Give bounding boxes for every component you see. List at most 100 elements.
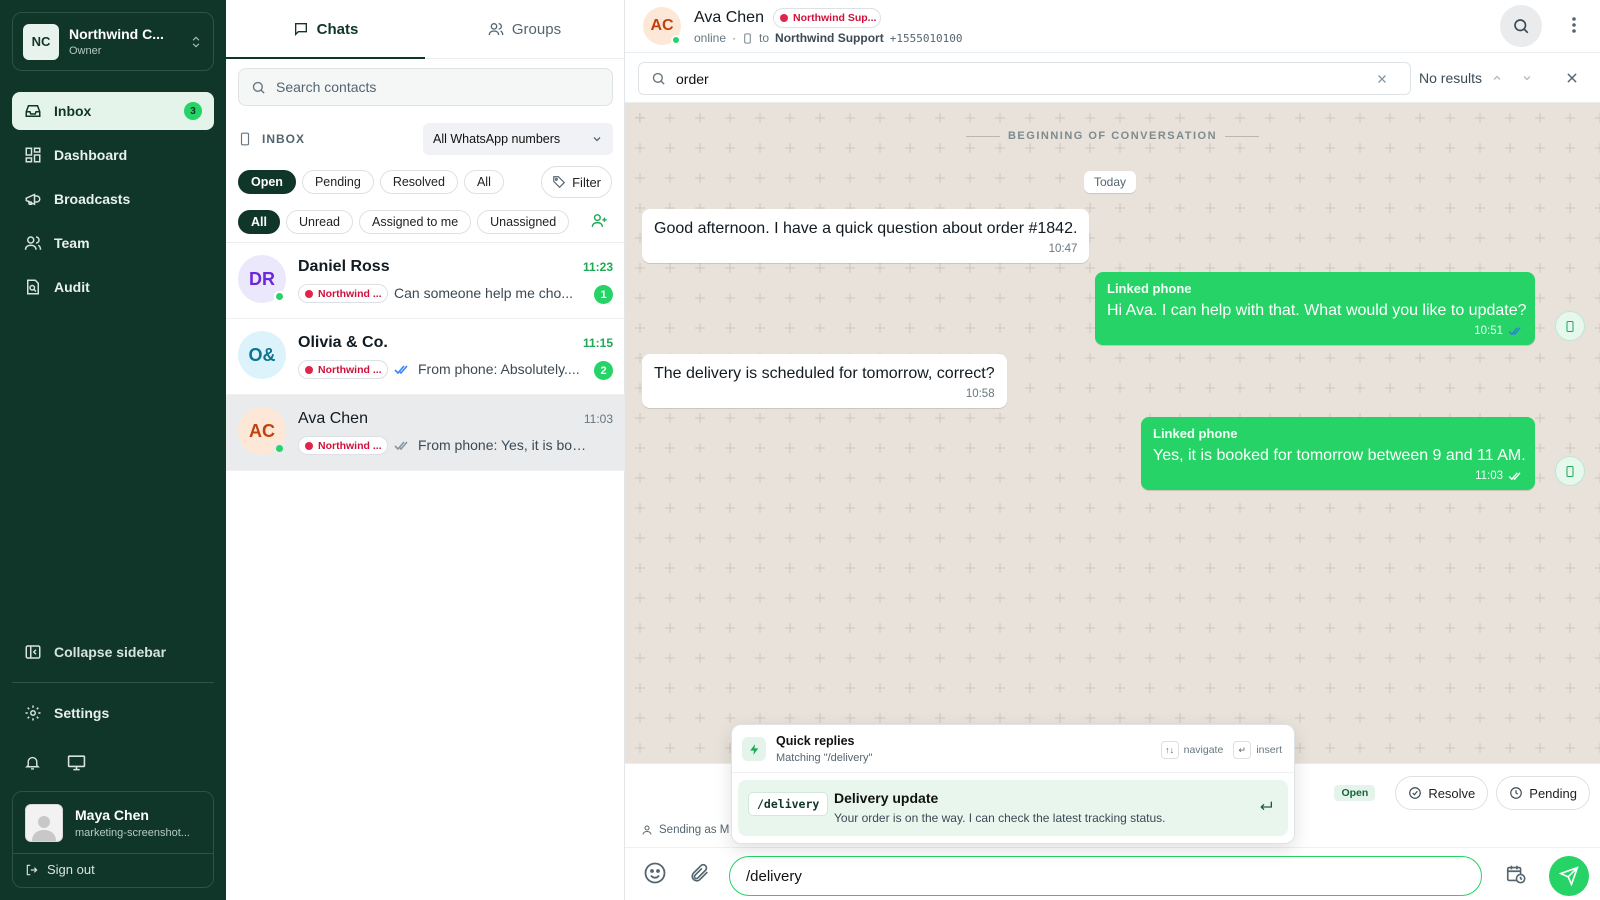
sidebar-utility-icons	[24, 753, 86, 772]
incoming-message[interactable]: The delivery is scheduled for tomorrow, …	[642, 354, 1007, 408]
quick-replies-popover: Quick replies Matching "/delivery" ↑↓ na…	[731, 724, 1295, 844]
search-icon	[651, 71, 676, 86]
status-filter-all[interactable]: All	[463, 170, 504, 194]
send-icon	[1559, 866, 1579, 886]
divider-line	[965, 135, 1000, 137]
contact-subtitle: online · to Northwind Support +155501010…	[694, 31, 963, 45]
status-filter-open[interactable]: Open	[238, 170, 296, 194]
schedule-icon[interactable]	[1505, 863, 1527, 885]
nav-item-broadcasts[interactable]: Broadcasts	[12, 180, 214, 218]
tag-icon	[552, 175, 572, 189]
preview-text: From phone: Absolutely....	[418, 361, 580, 377]
quick-reply-body: Your order is on the way. I can check th…	[834, 811, 1166, 825]
search-messages-button[interactable]	[1500, 5, 1542, 47]
nav-item-inbox[interactable]: Inbox 3	[12, 92, 214, 130]
conversation-item[interactable]: O& Olivia & Co. 11:15 Northwind ... From…	[226, 319, 625, 395]
tab-chats[interactable]: Chats	[226, 0, 425, 59]
user-email: marketing-screenshot...	[75, 827, 190, 839]
inbox-count-badge: 3	[184, 102, 202, 120]
to-label: to	[759, 31, 770, 45]
tag-dot-icon	[780, 14, 788, 22]
nav-label: Inbox	[54, 103, 92, 119]
channel-tag-label: Northwind ...	[318, 287, 382, 300]
conversation-item[interactable]: AC Ava Chen 11:03 Northwind ... From pho…	[226, 395, 625, 471]
add-user-icon[interactable]	[591, 212, 608, 229]
outgoing-message[interactable]: Linked phone Hi Ava. I can help with tha…	[1095, 272, 1535, 345]
sending-as-label: Sending as M	[659, 824, 730, 836]
incoming-message[interactable]: Good afternoon. I have a quick question …	[642, 209, 1090, 263]
linked-phone-icon	[1555, 456, 1585, 486]
assign-filter-all[interactable]: All	[238, 210, 280, 234]
quick-reply-name: Delivery update	[834, 790, 939, 806]
preview-text: Can someone help me cho...	[394, 285, 573, 301]
message-meta: 10:58	[654, 388, 995, 400]
message-time: 10:47	[1048, 243, 1078, 255]
settings-button[interactable]: Settings	[24, 704, 109, 722]
chevron-down-icon[interactable]	[1521, 72, 1533, 84]
separator-dot: ·	[732, 31, 737, 45]
workspace-switcher[interactable]: NC Northwind C... Owner	[12, 12, 214, 71]
more-vertical-icon[interactable]	[1572, 17, 1576, 33]
phone-icon	[742, 32, 753, 45]
assign-filter-row: All Unread Assigned to me Unassigned	[238, 210, 575, 234]
status-filter-row: Open Pending Resolved All	[238, 170, 510, 194]
filter-button[interactable]: Filter	[541, 166, 612, 198]
send-button[interactable]	[1549, 856, 1589, 896]
unread-badge: 2	[594, 361, 613, 380]
sign-out-icon	[25, 863, 47, 877]
settings-label: Settings	[54, 705, 110, 721]
contact-status: online	[694, 31, 727, 45]
assign-filter-unassigned[interactable]: Unassigned	[477, 210, 570, 234]
phone-icon	[238, 131, 252, 147]
quick-replies-subtitle: Matching "/delivery"	[776, 752, 873, 764]
message-text: Hi Ava. I can help with that. What would…	[1107, 302, 1527, 319]
clear-icon[interactable]	[1376, 73, 1398, 85]
quick-reply-shortcut: /delivery	[748, 792, 829, 816]
nav-label: Team	[54, 235, 90, 251]
nav-item-audit[interactable]: Audit	[12, 268, 214, 306]
conversation-item[interactable]: DR Daniel Ross 11:23 Northwind ... Can s…	[226, 243, 625, 319]
find-input[interactable]	[676, 70, 1376, 87]
message-find-bar: No results	[625, 53, 1600, 103]
online-indicator	[274, 443, 285, 454]
emoji-icon[interactable]	[643, 861, 667, 885]
nav-item-dashboard[interactable]: Dashboard	[12, 136, 214, 174]
outgoing-message[interactable]: Linked phone Yes, it is booked for tomor…	[1141, 417, 1535, 490]
composer-row	[625, 847, 1600, 900]
tab-groups[interactable]: Groups	[425, 0, 624, 58]
pending-button[interactable]: Pending	[1496, 776, 1590, 810]
assign-filter-unread[interactable]: Unread	[285, 210, 353, 234]
message-meta: 11:03	[1153, 470, 1523, 482]
quick-reply-item[interactable]: /delivery Delivery update Your order is …	[738, 780, 1288, 836]
nav-item-team[interactable]: Team	[12, 224, 214, 262]
chevron-up-icon[interactable]	[1491, 72, 1503, 84]
users-icon	[488, 21, 512, 37]
conversation-name: Daniel Ross	[298, 258, 390, 275]
double-check-icon	[1503, 326, 1523, 336]
avatar[interactable]	[25, 804, 63, 842]
inbox-label: INBOX	[262, 132, 306, 146]
resolve-button[interactable]: Resolve	[1395, 776, 1489, 810]
collapse-sidebar-button[interactable]: Collapse sidebar	[24, 643, 166, 661]
message-text: The delivery is scheduled for tomorrow, …	[654, 365, 995, 382]
inbox-row: INBOX All WhatsApp numbers	[238, 122, 613, 156]
user-icon	[641, 824, 659, 836]
paperclip-icon[interactable]	[689, 861, 711, 885]
bell-icon[interactable]	[24, 754, 41, 771]
search-input[interactable]	[276, 79, 600, 95]
list-tabs: Chats Groups	[226, 0, 624, 59]
chevron-up-down-icon	[189, 35, 203, 49]
conversation-preview: From phone: Yes, it is book...	[394, 437, 588, 453]
assign-filter-assigned-to-me[interactable]: Assigned to me	[358, 210, 472, 234]
close-icon[interactable]	[1565, 71, 1579, 85]
monitor-icon[interactable]	[67, 753, 86, 772]
whatsapp-number-select[interactable]: All WhatsApp numbers	[423, 123, 613, 155]
sign-out-button[interactable]: Sign out	[25, 862, 95, 877]
chat-panel: AC Ava Chen Northwind Sup... online · to…	[625, 0, 1600, 900]
status-filter-resolved[interactable]: Resolved	[379, 170, 458, 194]
status-filter-pending[interactable]: Pending	[301, 170, 374, 194]
message-thread: BEGINNING OF CONVERSATION Today Good aft…	[625, 103, 1600, 763]
message-input[interactable]	[746, 867, 1465, 885]
gear-icon	[24, 704, 54, 722]
search-icon	[251, 80, 276, 95]
